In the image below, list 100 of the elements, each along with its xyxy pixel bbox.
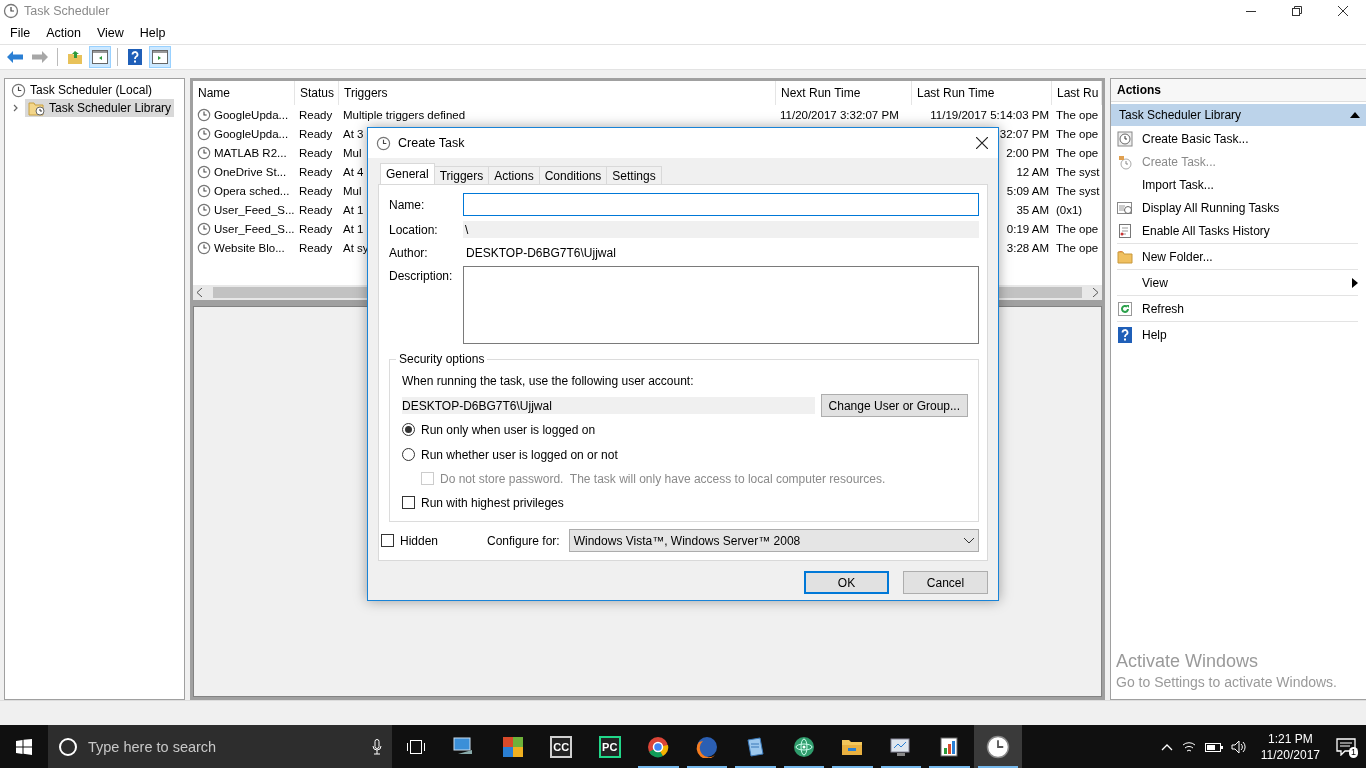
account-field: DESKTOP-D6BG7T6\Ujjwal — [402, 397, 815, 414]
clock-icon — [985, 734, 1010, 759]
description-field[interactable] — [463, 266, 979, 344]
speaker-icon[interactable] — [1230, 739, 1247, 754]
field-label: Location: — [389, 222, 439, 237]
menu-item[interactable]: Action — [38, 26, 89, 40]
menu-item[interactable]: Help — [131, 26, 174, 40]
table-cell: At 1 — [343, 203, 364, 216]
field-label: Configure for: — [487, 533, 560, 548]
clock[interactable]: 1:21 PM 11/20/2017 — [1254, 730, 1326, 763]
table-cell: The ope — [1056, 108, 1099, 121]
activation-text: Go to Settings to activate Windows. — [1116, 674, 1337, 690]
clock-icon — [197, 183, 211, 198]
clock-icon — [1117, 130, 1133, 147]
menu-item[interactable]: File — [2, 26, 39, 40]
table-cell: Ready — [299, 203, 333, 216]
table-cell: GoogleUpda... — [214, 127, 289, 140]
tree-item[interactable]: Task Scheduler Library — [25, 99, 175, 117]
column-header[interactable]: Status — [295, 81, 339, 105]
taskbar-app-button[interactable]: CC — [537, 725, 586, 768]
table-cell: Ready — [299, 241, 333, 254]
configure-dropdown[interactable]: Windows Vista™, Windows Server™ 2008 — [568, 529, 979, 552]
chart-icon — [938, 735, 961, 758]
action-link[interactable]: Display All Running Tasks — [1142, 200, 1280, 215]
column-header[interactable]: Last Ru — [1052, 81, 1102, 105]
action-link[interactable]: Create Basic Task... — [1142, 131, 1249, 146]
microphone-icon[interactable] — [372, 738, 382, 755]
column-header[interactable]: Next Run Time — [776, 81, 912, 105]
action-link[interactable]: Help — [1142, 327, 1167, 342]
checkbox[interactable] — [381, 534, 394, 547]
action-link[interactable]: Import Task... — [1142, 177, 1214, 192]
change-user-button[interactable]: Change User or Group... — [820, 394, 968, 417]
action-link[interactable]: Enable All Tasks History — [1142, 223, 1270, 238]
table-cell: 5:09 AM — [1006, 184, 1049, 197]
field-label: Author: — [389, 245, 429, 260]
toolbar-button[interactable] — [89, 46, 111, 68]
column-header[interactable]: Name — [193, 81, 295, 105]
table-cell: Mul — [343, 184, 362, 197]
action-link[interactable]: Refresh — [1142, 301, 1185, 316]
dialog-button[interactable]: OK — [804, 571, 889, 594]
notifications-icon[interactable] — [1336, 737, 1356, 756]
close-icon[interactable] — [976, 137, 988, 149]
section-header[interactable]: Task Scheduler Library — [1111, 104, 1366, 126]
taskbar-app-button[interactable] — [973, 725, 1022, 768]
notification-count: 1 — [1349, 746, 1358, 758]
windows-logo-icon[interactable] — [16, 738, 32, 755]
table-cell: At 3 — [343, 127, 364, 140]
section-title[interactable]: Task Scheduler Library — [1119, 108, 1242, 122]
taskbar-app-button[interactable]: PC — [585, 725, 634, 768]
refresh-icon — [1117, 300, 1133, 317]
chevron-up-icon[interactable] — [1160, 742, 1173, 751]
table-cell: User_Feed_S... — [214, 222, 295, 235]
table-cell: Ready — [299, 165, 333, 178]
group-title: Security options — [398, 352, 486, 366]
search-field[interactable]: Type here to search — [86, 737, 364, 756]
table-cell: 11/20/2017 3:32:07 PM — [780, 108, 899, 121]
scroll-left-icon[interactable] — [196, 288, 203, 297]
menu-item[interactable]: View — [88, 26, 132, 40]
dialog-button[interactable]: Cancel — [903, 571, 988, 594]
table-cell: Opera sched... — [214, 184, 290, 197]
column-header[interactable]: Triggers — [339, 81, 776, 105]
tree-item[interactable]: Task Scheduler (Local) — [8, 81, 156, 99]
tab[interactable]: Triggers — [433, 166, 490, 184]
notepad-icon — [1117, 222, 1133, 239]
battery-icon[interactable] — [1204, 740, 1223, 753]
table-cell: 0:19 AM — [1006, 222, 1049, 235]
tab[interactable]: Settings — [606, 166, 662, 184]
close-icon[interactable] — [1338, 6, 1348, 16]
table-cell: The syst — [1056, 165, 1100, 178]
action-link[interactable]: New Folder... — [1142, 249, 1213, 264]
table-cell: Ready — [299, 127, 333, 140]
help-icon — [1117, 326, 1133, 343]
name-field[interactable] — [463, 193, 979, 216]
wifi-icon[interactable] — [1180, 739, 1197, 754]
dialog-title: Create Task — [398, 136, 465, 150]
collapse-arrow-icon[interactable] — [1350, 112, 1360, 118]
search-box[interactable]: Type here to search — [48, 725, 392, 768]
monitor-icon — [888, 735, 913, 758]
table-cell: Multiple triggers defined — [343, 108, 466, 121]
window-title: Task Scheduler — [24, 4, 110, 18]
activation-title: Activate Windows — [1116, 651, 1260, 672]
task-view-icon[interactable] — [406, 738, 426, 755]
circle-icon[interactable] — [58, 736, 78, 757]
table-cell: The syst — [1056, 184, 1100, 197]
toolbar-button[interactable] — [149, 46, 171, 68]
scroll-right-icon[interactable] — [1092, 288, 1099, 297]
table-cell: The ope — [1056, 127, 1099, 140]
app-icon — [3, 3, 19, 19]
tab[interactable]: General — [380, 163, 435, 184]
field-label: Name: — [389, 197, 426, 212]
option-label: Run with highest privileges — [421, 495, 564, 510]
column-header[interactable]: Last Run Time — [912, 81, 1052, 105]
field-label: Description: — [389, 269, 454, 283]
clock-icon — [11, 82, 26, 98]
checkbox[interactable] — [402, 496, 415, 509]
table-cell: The ope — [1056, 222, 1099, 235]
action-link[interactable]: View — [1142, 275, 1168, 290]
app-icon: CC — [550, 735, 573, 758]
restore-icon[interactable] — [1292, 6, 1302, 16]
table-cell: Website Blo... — [214, 241, 285, 254]
